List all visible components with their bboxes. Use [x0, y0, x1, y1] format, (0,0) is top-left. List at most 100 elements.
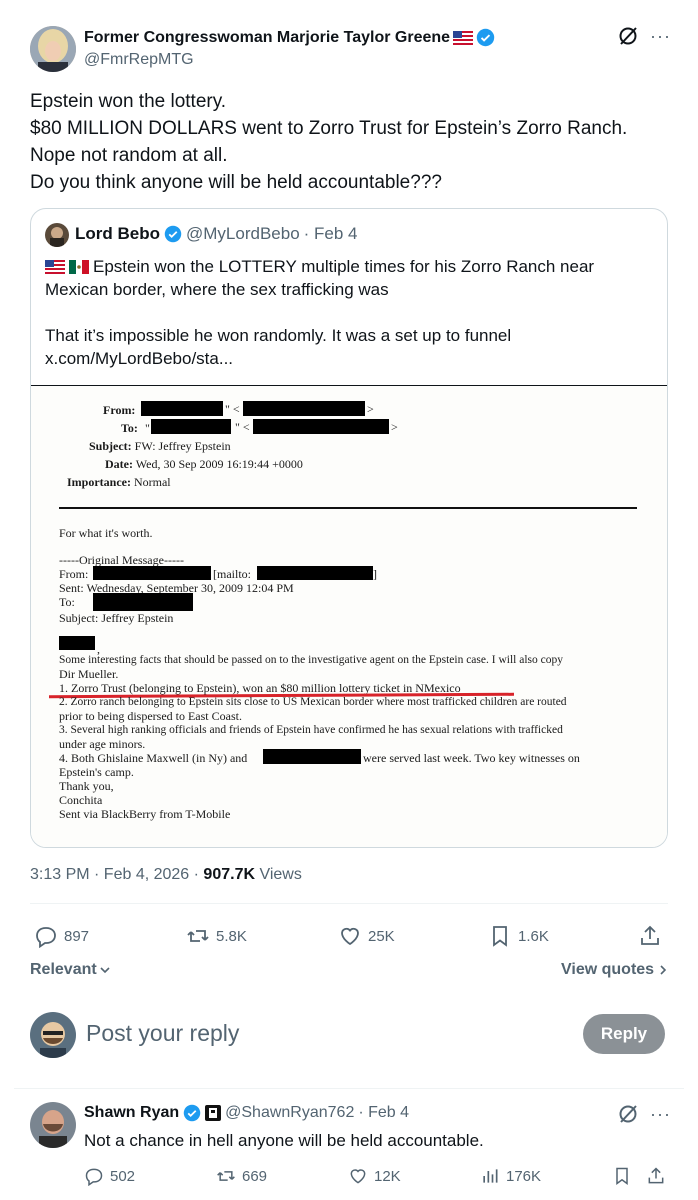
reply-count: 502	[110, 1167, 136, 1185]
reply-icon	[84, 1166, 104, 1186]
reply-count: 897	[64, 927, 90, 945]
doc-text: For what it's worth.	[59, 526, 153, 540]
doc-text: Conchita	[59, 793, 103, 807]
quoted-link[interactable]: x.com/MyLordBebo/sta...	[45, 347, 655, 370]
redaction	[141, 401, 223, 416]
doc-angle: >	[391, 420, 398, 434]
bookmark-action[interactable]	[612, 1166, 632, 1186]
doc-date: Date: Wed, 30 Sep 2009 16:19:44 +0000	[105, 457, 303, 471]
doc-importance: Importance: Normal	[67, 475, 171, 489]
more-options-icon[interactable]: ···	[650, 26, 671, 47]
doc-divider	[59, 507, 637, 509]
redaction	[243, 401, 365, 416]
reply-button[interactable]: Reply	[583, 1014, 665, 1054]
tweet-text: Epstein won the lottery. $80 MILLION DOL…	[30, 88, 670, 196]
reply-input[interactable]: Post your reply	[86, 1020, 239, 1047]
share-action[interactable]	[638, 924, 662, 948]
views-icon	[480, 1166, 500, 1186]
bookmark-action[interactable]: 1.6K	[488, 924, 549, 948]
heart-icon	[338, 924, 362, 948]
repost-action[interactable]: 5.8K	[186, 924, 247, 948]
doc-text: From:	[59, 567, 89, 581]
views-action[interactable]: 176K	[480, 1166, 541, 1186]
reply-button-label: Reply	[600, 1024, 648, 1043]
author-avatar[interactable]	[30, 26, 76, 72]
doc-text: Epstein's camp.	[59, 765, 134, 779]
reply-date: · Feb 4	[358, 1104, 410, 1121]
tweet-line: $80 MILLION DOLLARS went to Zorro Trust …	[30, 118, 628, 139]
like-action[interactable]: 25K	[338, 924, 395, 948]
tweet-metadata: 3:13 PM · Feb 4, 2026 · 907.7K Views	[30, 866, 302, 884]
affiliate-badge-icon	[205, 1105, 222, 1121]
like-count: 25K	[368, 927, 395, 945]
verified-badge-icon	[164, 225, 182, 243]
quoted-author-handle: @MyLordBebo	[186, 224, 300, 243]
quoted-author-avatar	[45, 223, 69, 247]
repost-action[interactable]: 669	[216, 1166, 267, 1186]
doc-text: Dir Mueller.	[59, 667, 119, 681]
redaction	[263, 749, 361, 764]
doc-text: [mailto:	[213, 567, 251, 581]
timestamp[interactable]: 3:13 PM · Feb 4, 2026 ·	[30, 866, 203, 883]
doc-text: Subject: Jeffrey Epstein	[59, 611, 174, 625]
tweet-line: Do you think anyone will be held account…	[30, 172, 442, 193]
user-avatar[interactable]	[30, 1012, 76, 1058]
doc-to-label: To:	[121, 421, 138, 435]
share-action[interactable]	[646, 1166, 666, 1186]
quoted-tweet-card[interactable]: Lord Bebo @MyLordBebo · Feb 4 Epstein wo…	[30, 208, 668, 848]
reply-action[interactable]: 897	[34, 924, 89, 948]
quoted-line: Epstein won the LOTTERY multiple times f…	[93, 257, 595, 276]
view-quotes-label: View quotes	[561, 961, 655, 978]
doc-quote-mark: " <	[225, 402, 240, 416]
reply-icon	[34, 924, 58, 948]
more-options-icon[interactable]: ···	[650, 1104, 671, 1125]
quoted-author-name: Lord Bebo	[75, 224, 160, 243]
chevron-down-icon	[99, 964, 111, 976]
verified-badge-icon	[183, 1104, 201, 1122]
doc-quote-mark: " <	[235, 420, 250, 434]
doc-quote-mark: "	[145, 421, 150, 435]
reply-author-name[interactable]: Shawn Ryan	[84, 1104, 179, 1122]
share-icon	[646, 1166, 666, 1186]
redaction	[93, 593, 193, 611]
like-action[interactable]: 12K	[348, 1166, 401, 1186]
redaction	[253, 419, 389, 434]
repost-icon	[186, 924, 210, 948]
views-label: Views	[255, 866, 302, 883]
doc-angle: >	[367, 402, 374, 416]
quoted-line: That it’s impossible he won randomly. It…	[45, 326, 512, 345]
doc-text: Sent via BlackBerry from T-Mobile	[59, 807, 231, 821]
bookmark-icon	[612, 1166, 632, 1186]
repost-count: 5.8K	[216, 927, 247, 945]
doc-text: prior to being dispersed to East Coast.	[59, 709, 242, 723]
repost-icon	[216, 1166, 236, 1186]
share-icon	[638, 924, 662, 948]
chevron-right-icon	[658, 964, 668, 976]
doc-text: Some interesting facts that should be pa…	[59, 654, 563, 666]
sort-dropdown[interactable]: Relevant	[30, 961, 111, 979]
doc-from-label: From:	[103, 403, 136, 417]
views-count: 176K	[506, 1167, 542, 1185]
redaction	[151, 419, 231, 434]
quoted-line: Mexican border, where the sex traffickin…	[45, 280, 389, 299]
doc-text: were served last week. Two key witnesses…	[363, 751, 580, 765]
doc-text: 2. Zorro ranch belonging to Epstein sits…	[59, 696, 567, 708]
sort-label: Relevant	[30, 961, 97, 978]
doc-text: ]	[373, 567, 377, 581]
author-name[interactable]: Former Congresswoman Marjorie Taylor Gre…	[84, 29, 450, 47]
grok-icon[interactable]	[618, 1104, 638, 1124]
grok-icon[interactable]	[618, 26, 638, 46]
author-handle[interactable]: @FmrRepMTG	[84, 51, 194, 69]
views-count: 907.7K	[203, 866, 256, 883]
reply-author-avatar[interactable]	[30, 1102, 76, 1148]
reply-author-handle[interactable]: @ShawnRyan762	[225, 1104, 354, 1122]
redaction	[59, 636, 95, 650]
email-document-image[interactable]: From: " < > To: " " < > Subject: FW: Jef…	[31, 385, 667, 847]
doc-text: To:	[59, 595, 75, 609]
view-quotes-link[interactable]: View quotes	[561, 961, 668, 979]
doc-text: under age minors.	[59, 737, 146, 751]
redaction	[93, 566, 211, 580]
reply-action[interactable]: 502	[84, 1166, 135, 1186]
bookmark-icon	[488, 924, 512, 948]
heart-icon	[348, 1166, 368, 1186]
